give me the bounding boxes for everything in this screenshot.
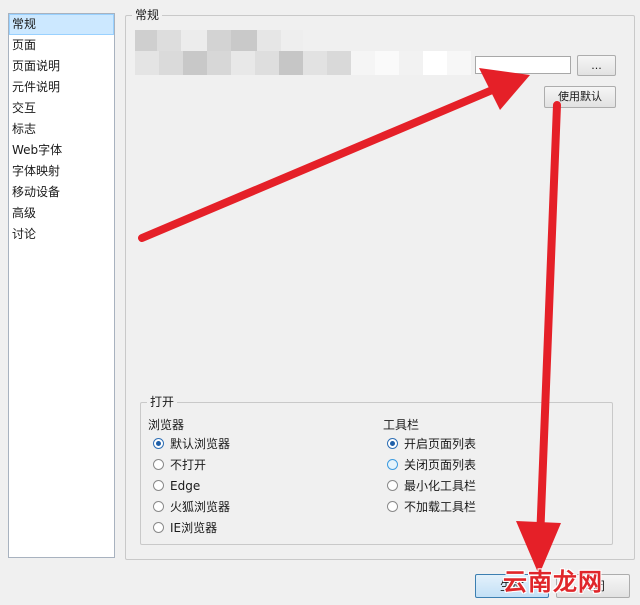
- nav-item-page-notes[interactable]: 页面说明: [9, 56, 114, 77]
- redacted-text-line-2: [135, 51, 471, 75]
- radio-icon[interactable]: [153, 522, 164, 533]
- general-group-title: 常规: [132, 8, 163, 22]
- radio-icon[interactable]: [153, 459, 164, 470]
- option-label: 最小化工具栏: [404, 479, 477, 493]
- radio-selected-icon[interactable]: [153, 438, 164, 449]
- radio-icon[interactable]: [153, 501, 164, 512]
- open-group-title: 打开: [147, 395, 178, 409]
- radio-icon[interactable]: [387, 501, 398, 512]
- option-label: 默认浏览器: [170, 437, 231, 451]
- nav-item-discussion[interactable]: 讨论: [9, 224, 114, 245]
- nav-item-advanced[interactable]: 高级: [9, 203, 114, 224]
- radio-selected-icon[interactable]: [387, 438, 398, 449]
- option-label: 不打开: [170, 458, 207, 472]
- toolbar-option-close-page-list[interactable]: 关闭页面列表: [387, 456, 476, 474]
- option-label: 关闭页面列表: [404, 458, 477, 472]
- toolbar-option-open-page-list[interactable]: 开启页面列表: [387, 435, 476, 453]
- nav-item-widget-notes[interactable]: 元件说明: [9, 77, 114, 98]
- option-label: 开启页面列表: [404, 437, 477, 451]
- settings-nav: 常规 页面 页面说明 元件说明 交互 标志 Web字体 字体映射 移动设备 高级…: [8, 13, 115, 558]
- nav-item-pages[interactable]: 页面: [9, 35, 114, 56]
- browser-option-edge[interactable]: Edge: [153, 477, 200, 495]
- browse-button[interactable]: ...: [577, 55, 616, 76]
- watermark-text: 云南龙网: [503, 568, 603, 596]
- option-label: 不加载工具栏: [404, 500, 477, 514]
- toolbar-heading: 工具栏: [383, 418, 420, 432]
- option-label: IE浏览器: [170, 521, 218, 535]
- browser-option-default[interactable]: 默认浏览器: [153, 435, 230, 453]
- nav-item-general[interactable]: 常规: [9, 14, 114, 35]
- output-path-input[interactable]: [475, 56, 571, 74]
- radio-icon[interactable]: [387, 480, 398, 491]
- browser-heading: 浏览器: [148, 418, 185, 432]
- nav-item-mobile[interactable]: 移动设备: [9, 182, 114, 203]
- nav-item-web-fonts[interactable]: Web字体: [9, 140, 114, 161]
- nav-item-logo[interactable]: 标志: [9, 119, 114, 140]
- option-label: 火狐浏览器: [170, 500, 231, 514]
- nav-item-font-mapping[interactable]: 字体映射: [9, 161, 114, 182]
- redacted-text-line-1: [135, 30, 303, 51]
- radio-icon[interactable]: [387, 459, 398, 470]
- option-label: Edge: [170, 479, 201, 493]
- browser-option-none[interactable]: 不打开: [153, 456, 206, 474]
- toolbar-option-minimize[interactable]: 最小化工具栏: [387, 477, 476, 495]
- radio-icon[interactable]: [153, 480, 164, 491]
- nav-item-interactions[interactable]: 交互: [9, 98, 114, 119]
- toolbar-option-no-toolbar[interactable]: 不加载工具栏: [387, 498, 476, 516]
- use-default-button[interactable]: 使用默认: [544, 86, 616, 108]
- browser-option-firefox[interactable]: 火狐浏览器: [153, 498, 230, 516]
- browser-option-ie[interactable]: IE浏览器: [153, 519, 217, 537]
